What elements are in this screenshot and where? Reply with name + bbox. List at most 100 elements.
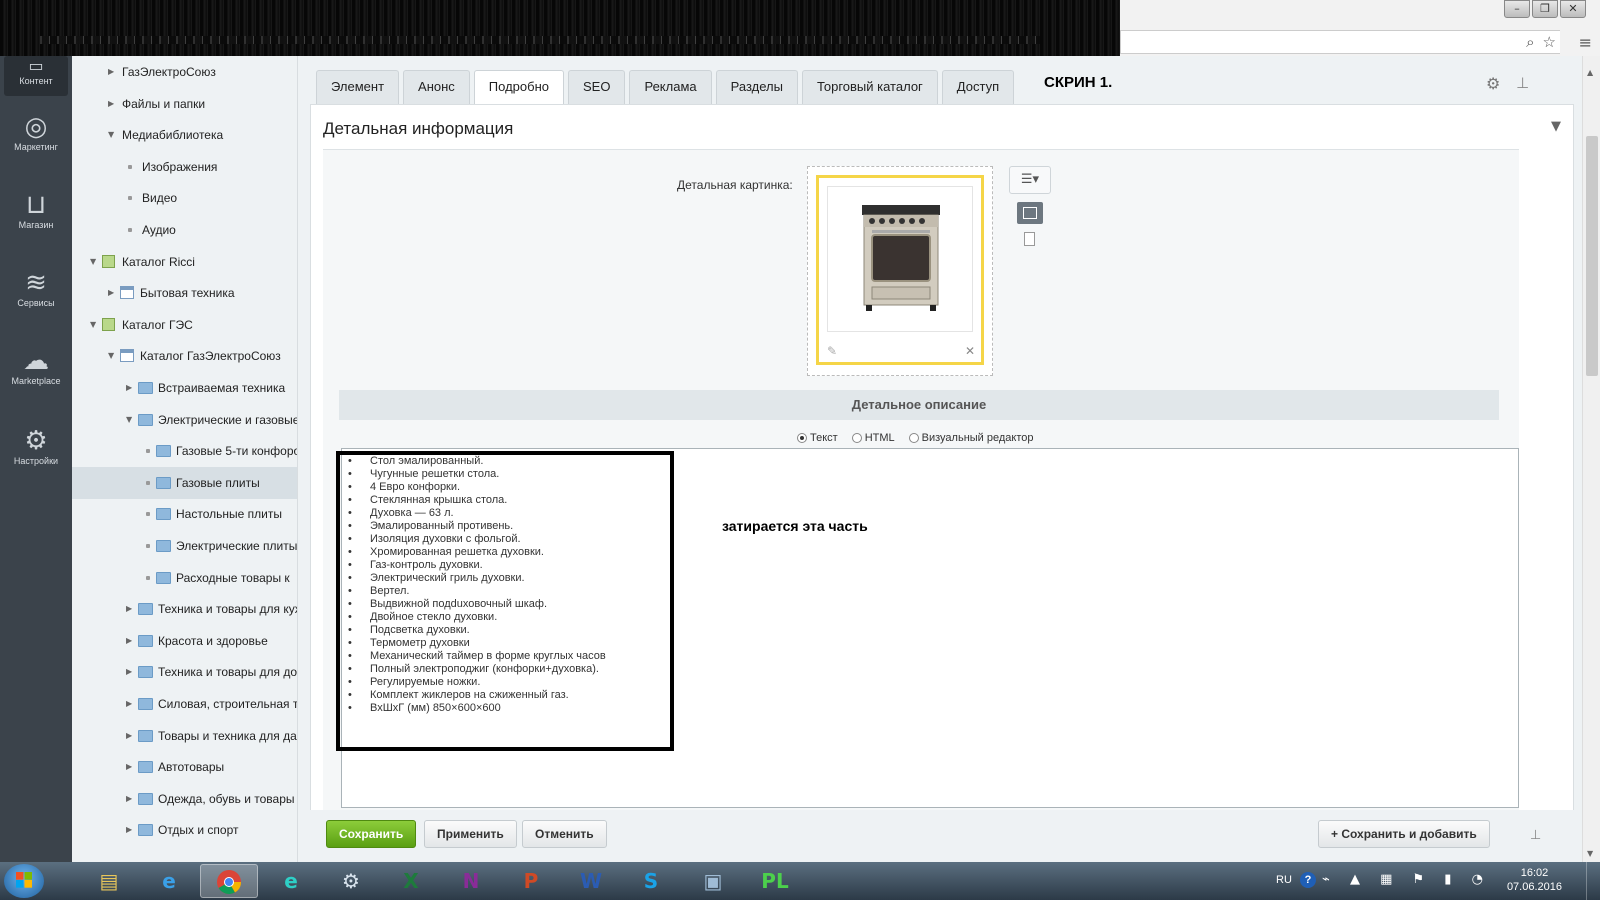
tab-1[interactable]: Анонс: [403, 70, 470, 104]
help-icon[interactable]: ?: [1300, 872, 1316, 888]
collapse-arrow-icon[interactable]: ▼: [108, 119, 114, 151]
scroll-down-icon[interactable]: ▼: [1587, 849, 1593, 858]
tree-item[interactable]: ▶ Бытовая техника: [72, 277, 297, 309]
tree-item[interactable]: ▼ Каталог ГЭС: [72, 309, 297, 341]
tree-item[interactable]: ▼ Каталог ГазЭлектроСоюз: [72, 340, 297, 372]
expand-arrow-icon[interactable]: ▶: [126, 720, 132, 752]
start-button[interactable]: [4, 864, 44, 898]
tab-5[interactable]: Разделы: [715, 70, 798, 104]
collapse-arrow-icon[interactable]: ▼: [108, 340, 114, 372]
nav-marketplace[interactable]: ☁ Marketplace: [0, 346, 72, 386]
onenote-icon[interactable]: N: [442, 864, 500, 898]
save-and-add-button[interactable]: + Сохранить и добавить: [1318, 820, 1490, 848]
browser-menu-icon[interactable]: ≡: [1579, 33, 1592, 52]
footer-pin-icon[interactable]: ⊥: [1530, 828, 1541, 843]
delete-x-icon[interactable]: ✕: [965, 344, 975, 358]
expand-arrow-icon[interactable]: ▶: [108, 56, 114, 88]
expand-arrow-icon[interactable]: ▶: [126, 814, 132, 846]
plsql-icon[interactable]: PL: [746, 864, 804, 898]
expand-arrow-icon[interactable]: ▶: [108, 88, 114, 120]
expand-arrow-icon[interactable]: ▶: [126, 656, 132, 688]
excel-icon[interactable]: X: [382, 864, 440, 898]
remote-desktop-icon[interactable]: ▣: [684, 864, 742, 898]
tree-item[interactable]: ▶ Техника и товары для кухни: [72, 593, 297, 625]
nav-marketing[interactable]: ◎ Маркетинг: [0, 112, 72, 152]
apply-button[interactable]: Применить: [424, 820, 517, 848]
expand-arrow-icon[interactable]: ▶: [126, 783, 132, 815]
tree-item[interactable]: ▶ ГазЭлектроСоюз: [72, 56, 297, 88]
edit-pencil-icon[interactable]: ✎: [827, 344, 837, 358]
collapse-arrow-icon[interactable]: ▼: [90, 309, 96, 341]
language-indicator[interactable]: RU: [1276, 874, 1292, 886]
show-desktop-button[interactable]: [1586, 862, 1600, 900]
bookmark-star-icon[interactable]: ☆: [1543, 33, 1556, 51]
expand-arrow-icon[interactable]: ▶: [126, 372, 132, 404]
tree-item[interactable]: Электрические плиты: [72, 530, 297, 562]
file-icon[interactable]: [1024, 232, 1035, 246]
zoom-icon[interactable]: ⌕: [1526, 33, 1534, 51]
tree-item[interactable]: ▶ Автотовары: [72, 751, 297, 783]
word-icon[interactable]: W: [562, 864, 620, 898]
nav-shop[interactable]: ⊔ Магазин: [0, 190, 72, 230]
tree-item[interactable]: ▶ Силовая, строительная техника: [72, 688, 297, 720]
image-upload-icon[interactable]: [1017, 202, 1043, 224]
tree-item[interactable]: ▶ Файлы и папки: [72, 88, 297, 120]
tree-item[interactable]: ▼ Медиабиблиотека: [72, 119, 297, 151]
tree-item[interactable]: Изображения: [72, 151, 297, 183]
clock[interactable]: 16:02 07.06.2016: [1507, 866, 1562, 894]
tab-2[interactable]: Подробно: [473, 70, 564, 106]
tab-0[interactable]: Элемент: [316, 70, 400, 104]
scroll-thumb[interactable]: [1586, 136, 1598, 376]
detail-picture-dropzone[interactable]: ✎ ✕: [807, 166, 993, 376]
collapse-arrow-icon[interactable]: ▼: [90, 246, 96, 278]
settings-gear-icon[interactable]: ⚙: [1486, 74, 1500, 93]
tree-item[interactable]: Аудио: [72, 214, 297, 246]
picture-menu-button[interactable]: ☰▾: [1009, 166, 1051, 194]
tree-item[interactable]: Газовые плиты: [72, 466, 297, 499]
explorer-icon[interactable]: ▤: [80, 864, 138, 898]
nav-content[interactable]: ▭ Контент: [4, 56, 68, 96]
expand-arrow-icon[interactable]: ▶: [108, 277, 114, 309]
mode-visual[interactable]: Визуальный редактор: [908, 432, 1034, 444]
radio-icon[interactable]: [908, 433, 919, 443]
tree-item[interactable]: Газовые 5-ти конфорочные: [72, 435, 297, 467]
tree-item[interactable]: ▶ Красота и здоровье: [72, 625, 297, 657]
cancel-button[interactable]: Отменить: [522, 820, 607, 848]
skype-icon[interactable]: S: [622, 864, 680, 898]
tree-item[interactable]: ▶ Встраиваемая техника: [72, 372, 297, 404]
collapse-chevron-icon[interactable]: ▼: [1551, 119, 1561, 134]
tree-item[interactable]: ▶ Техника и товары для дома: [72, 656, 297, 688]
expand-arrow-icon[interactable]: ▶: [126, 593, 132, 625]
tab-3[interactable]: SEO: [568, 70, 626, 104]
minimize-button[interactable]: –: [1504, 0, 1530, 18]
tree-item[interactable]: ▼ Электрические и газовые: [72, 404, 297, 436]
tree-item[interactable]: ▶ Отдых и спорт: [72, 814, 297, 846]
detail-description-textarea[interactable]: Стол эмалированный.Чугунные решетки стол…: [341, 448, 1519, 808]
mode-html[interactable]: HTML: [851, 432, 895, 444]
mode-text[interactable]: Текст: [797, 432, 838, 444]
tree-item[interactable]: Расходные товары к: [72, 562, 297, 594]
tree-item[interactable]: ▼ Каталог Ricci: [72, 246, 297, 278]
internet-explorer-icon[interactable]: e: [140, 864, 198, 898]
radio-icon[interactable]: [797, 433, 807, 443]
chrome-icon[interactable]: [200, 864, 258, 898]
tree-item[interactable]: ▶ Одежда, обувь и товары: [72, 783, 297, 815]
address-bar[interactable]: ⌕ ☆: [1120, 30, 1560, 54]
radio-icon[interactable]: [851, 433, 862, 443]
expand-arrow-icon[interactable]: ▶: [126, 625, 132, 657]
restore-button[interactable]: ❐: [1532, 0, 1558, 18]
evernote-icon[interactable]: e: [262, 864, 320, 898]
scroll-up-icon[interactable]: ▲: [1587, 68, 1593, 77]
tab-4[interactable]: Реклама: [629, 70, 712, 104]
tab-7[interactable]: Доступ: [941, 70, 1015, 104]
nav-services[interactable]: ≋ Сервисы: [0, 268, 72, 308]
tray-icons[interactable]: ⌁ ▲ ▦ ⚑ ▮ ◔: [1322, 872, 1491, 887]
expand-arrow-icon[interactable]: ▶: [126, 751, 132, 783]
nav-settings[interactable]: ⚙ Настройки: [0, 426, 72, 466]
tree-item[interactable]: Настольные плиты: [72, 498, 297, 530]
tree-item[interactable]: ▶ Товары и техника для дачи: [72, 720, 297, 752]
tree-item[interactable]: Видео: [72, 182, 297, 214]
page-scrollbar[interactable]: ▲ ▼: [1582, 56, 1600, 862]
powerpoint-icon[interactable]: P: [502, 864, 560, 898]
pin-icon[interactable]: ⊥: [1516, 74, 1529, 92]
